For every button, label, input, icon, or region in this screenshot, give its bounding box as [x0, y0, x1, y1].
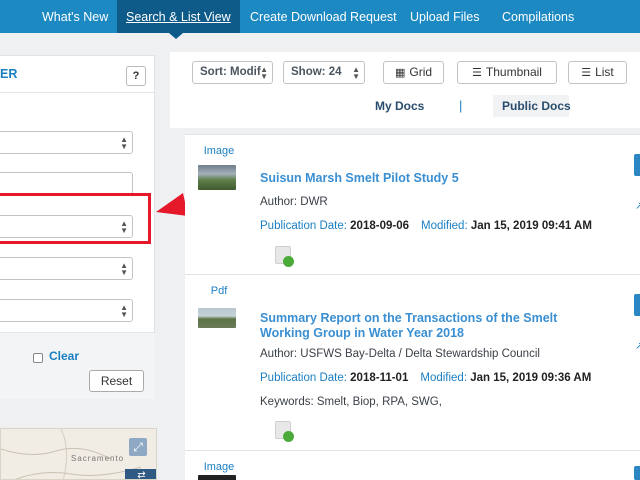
docs-tab-separator: |: [459, 98, 463, 113]
result-author: Author: DWR: [260, 196, 328, 208]
result-title[interactable]: Suisun Marsh Smelt Pilot Study 5: [260, 171, 605, 186]
sort-select-label: Sort: Modif: [200, 66, 261, 78]
nav-create-download-request[interactable]: Create Download Request: [250, 0, 397, 33]
result-thumbnail[interactable]: [198, 308, 236, 328]
help-button[interactable]: ?: [126, 66, 146, 86]
select-arrows-icon: ▲ ▼: [120, 135, 128, 151]
filter-select-3[interactable]: ▲ ▼: [0, 257, 133, 280]
tab-my-docs[interactable]: My Docs: [375, 99, 424, 113]
result-item: Image: [185, 450, 640, 480]
publication-date-label: Publication Date:: [260, 372, 347, 384]
layers-icon: ⇄: [137, 470, 146, 480]
list-view-label: List: [595, 65, 614, 79]
select-arrows-icon: ▲ ▼: [120, 261, 128, 277]
result-author: Author: USFWS Bay-Delta / Delta Stewards…: [260, 348, 540, 360]
side-action-tab[interactable]: [634, 294, 640, 316]
publication-date-value: 2018-11-01: [350, 372, 409, 384]
result-dates: Publication Date: 2018-09-06 Modified: Ja…: [260, 220, 592, 232]
active-nav-caret: [169, 33, 183, 39]
result-type-label: Image: [203, 145, 235, 157]
result-keywords: Keywords: Smelt, Biop, RPA, SWG,: [260, 396, 442, 408]
result-type-label: Pdf: [210, 285, 228, 297]
clear-checkbox[interactable]: [33, 353, 43, 363]
modified-label: Modified:: [420, 372, 468, 384]
filter-select-4[interactable]: ▲ ▼: [0, 299, 133, 322]
sort-select[interactable]: Sort: Modif ▲ ▼: [192, 61, 273, 84]
reset-button[interactable]: Reset: [89, 370, 144, 392]
filter-actions: Clear Reset: [0, 332, 155, 399]
filter-text-input[interactable]: [0, 172, 133, 195]
result-title[interactable]: Summary Report on the Transactions of th…: [260, 311, 605, 341]
select-arrows-icon: ▲ ▼: [352, 65, 360, 81]
show-select-label: Show: 24: [291, 66, 342, 78]
result-dates: Publication Date: 2018-11-01 Modified: Ja…: [260, 372, 591, 384]
highlight-box: [0, 193, 151, 244]
nav-compilations[interactable]: Compilations: [502, 0, 574, 33]
result-type-label: Image: [203, 461, 235, 473]
clear-link[interactable]: Clear: [49, 349, 79, 363]
download-icon[interactable]: [275, 246, 294, 267]
map-expand-button[interactable]: ⤢: [129, 438, 147, 456]
result-item: Image Suisun Marsh Smelt Pilot Study 5 A…: [185, 134, 640, 274]
download-icon[interactable]: [275, 421, 294, 442]
top-nav: What's New Search & List View Create Dow…: [0, 0, 640, 39]
thumbnail-view-button[interactable]: ☰ Thumbnail: [457, 61, 557, 84]
nav-upload-files[interactable]: Upload Files: [410, 0, 479, 33]
result-thumbnail[interactable]: [198, 475, 236, 480]
modified-label: Modified:: [420, 220, 468, 232]
nav-whats-new[interactable]: What's New: [42, 0, 108, 33]
pin-icon[interactable]: ↗: [635, 341, 640, 352]
publication-date-value: 2018-09-06: [350, 220, 409, 232]
map-panel[interactable]: Sacramento ⤢ ⇄: [0, 428, 157, 480]
publication-date-label: Publication Date:: [260, 220, 347, 232]
result-thumbnail[interactable]: [198, 165, 236, 190]
side-action-tab[interactable]: [634, 466, 640, 480]
list-view-button[interactable]: ☰ List: [568, 61, 627, 84]
modified-value: Jan 15, 2019 09:41 AM: [470, 220, 592, 232]
nav-search-list-view[interactable]: Search & List View: [117, 0, 240, 33]
filter-panel-header: ER ?: [0, 56, 155, 93]
grid-view-button[interactable]: ▦ Grid: [383, 61, 444, 84]
modified-value: Jan 15, 2019 09:36 AM: [470, 372, 592, 384]
select-arrows-icon: ▲ ▼: [260, 65, 268, 81]
results-toolbar: Sort: Modif ▲ ▼ Show: 24 ▲ ▼ ▦ Grid ☰ Thumbn…: [170, 52, 640, 128]
side-action-tab[interactable]: [634, 154, 640, 176]
select-arrows-icon: ▲ ▼: [120, 303, 128, 319]
result-item: Pdf Summary Report on the Transactions o…: [185, 274, 640, 450]
map-city-label: Sacramento: [71, 454, 125, 463]
thumbnail-list-icon: ☰: [472, 67, 482, 79]
show-select[interactable]: Show: 24 ▲ ▼: [283, 61, 365, 84]
pin-icon[interactable]: ↗: [635, 201, 640, 212]
expand-icon: ⤢: [133, 440, 143, 454]
thumbnail-view-label: Thumbnail: [485, 65, 542, 79]
filter-select-1[interactable]: ▲ ▼: [0, 131, 133, 154]
grid-view-label: Grid: [409, 65, 433, 79]
list-icon: ☰: [581, 67, 592, 79]
tab-public-docs[interactable]: Public Docs: [502, 99, 571, 113]
filter-panel-title: ER: [0, 67, 18, 81]
map-layers-button[interactable]: ⇄: [125, 469, 156, 480]
grid-icon: ▦: [394, 67, 406, 79]
